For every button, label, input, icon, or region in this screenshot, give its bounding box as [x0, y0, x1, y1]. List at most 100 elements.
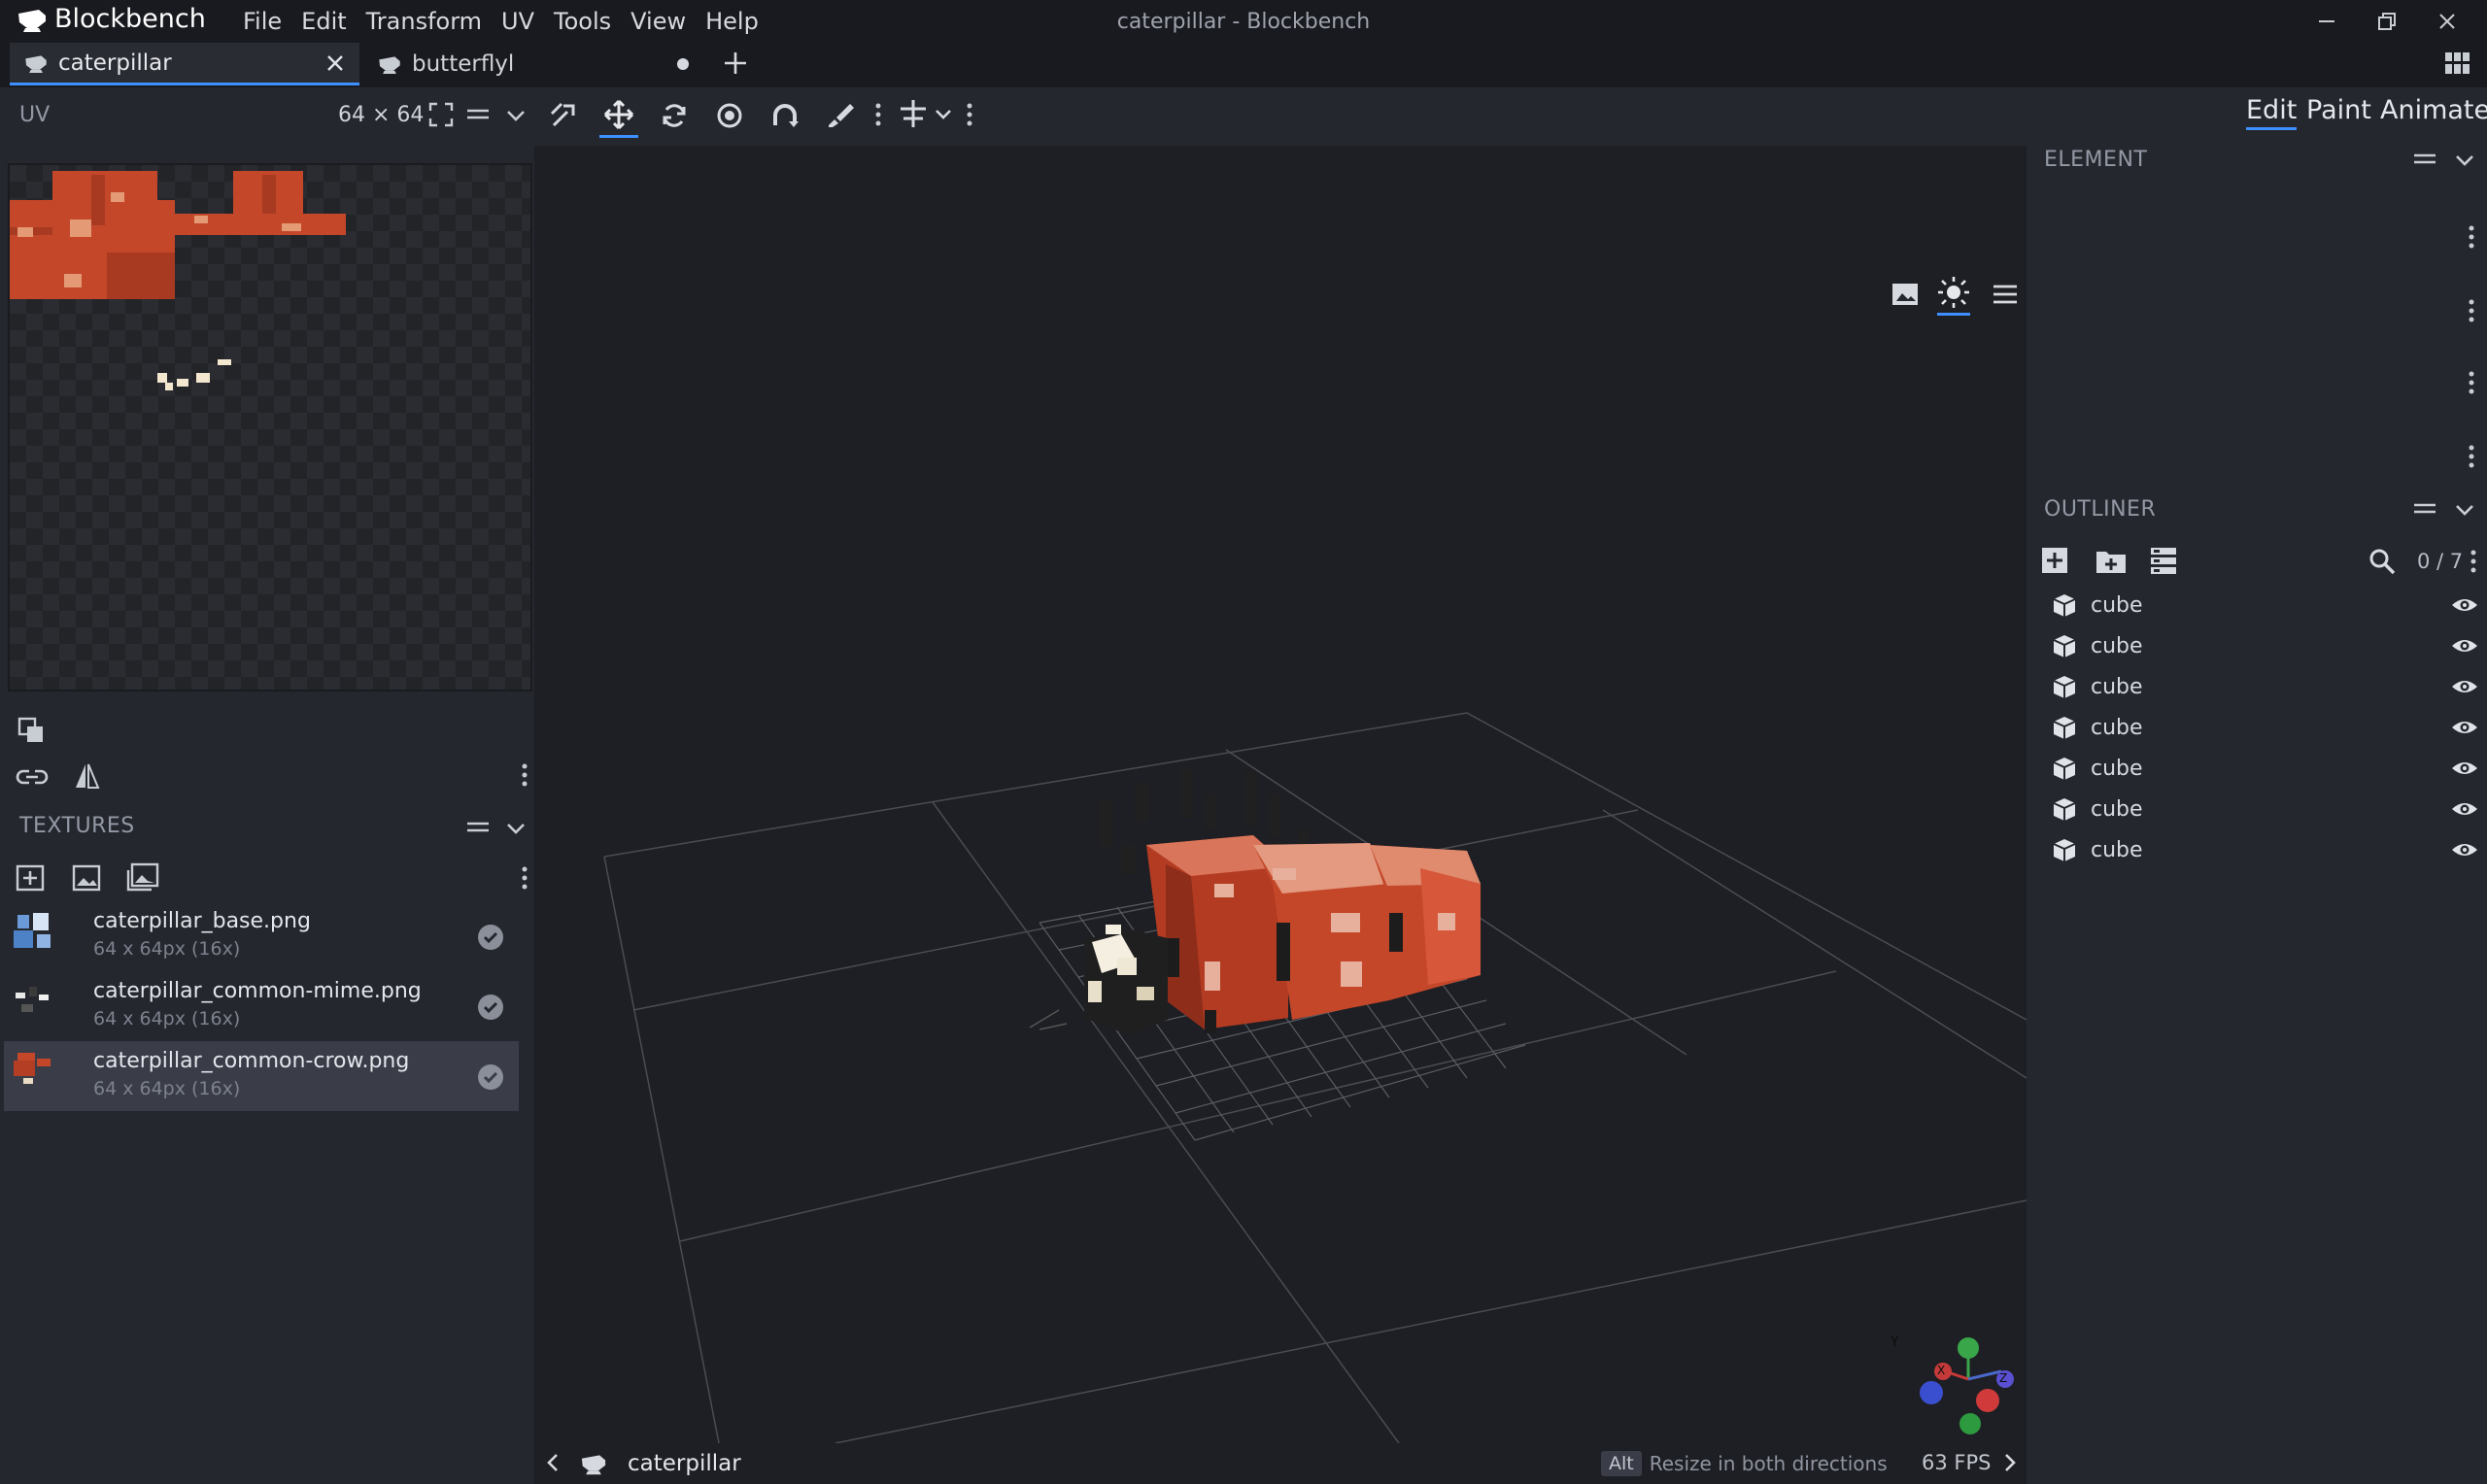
transform-space-button[interactable] [898, 97, 956, 130]
paint-tool[interactable] [821, 93, 860, 138]
uv-editor-canvas[interactable] [8, 163, 532, 691]
menu-help[interactable]: Help [696, 8, 768, 35]
create-texture-button[interactable] [72, 862, 103, 892]
toolbar-more-button[interactable] [874, 101, 882, 128]
uv-fullscreen-button[interactable] [427, 101, 455, 128]
outliner-item-cube[interactable]: cube [2052, 585, 2479, 625]
grid-layout-icon [2445, 52, 2470, 74]
texture-folder-button[interactable] [126, 862, 159, 892]
menu-view[interactable]: View [621, 8, 696, 35]
element-more-button-4[interactable] [2468, 443, 2475, 470]
axis-cross-icon [901, 100, 951, 127]
uv-panel-collapse-button[interactable] [503, 103, 528, 128]
texture-item-common-mime[interactable]: caterpillar_common-mime.png 64 x 64px (1… [4, 971, 519, 1041]
outliner-item-cube[interactable]: cube [2052, 707, 2479, 748]
eye-icon[interactable] [2450, 718, 2479, 737]
eye-icon[interactable] [2450, 677, 2479, 696]
element-more-button-2[interactable] [2468, 297, 2475, 324]
close-window-button[interactable] [2417, 4, 2477, 39]
status-model-icon [579, 1451, 608, 1476]
outliner-panel-title: OUTLINER [2044, 497, 2157, 522]
model-icon [25, 54, 47, 73]
3d-viewport[interactable]: Y Z X [534, 146, 2027, 1443]
outliner-item-cube[interactable]: cube [2052, 789, 2479, 829]
collapse-groups-button[interactable] [2149, 546, 2178, 575]
vertical-dots-icon [2469, 299, 2474, 322]
drag-handle-icon [467, 109, 489, 119]
new-tab-button[interactable] [721, 49, 750, 78]
status-prev-button[interactable] [544, 1451, 562, 1474]
close-tab-icon[interactable] [324, 52, 346, 74]
vertical-dots-icon [2469, 371, 2474, 394]
viewport-menu-button[interactable] [1992, 282, 2019, 307]
check-circle-icon[interactable] [476, 1062, 505, 1092]
chevron-right-icon [2005, 1454, 2016, 1471]
import-texture-button[interactable] [16, 862, 47, 892]
uv-link-button[interactable] [16, 761, 49, 791]
unsaved-dot-icon[interactable] [676, 57, 690, 71]
eye-icon[interactable] [2450, 636, 2479, 656]
scene-render [603, 712, 2027, 1443]
pivot-tool[interactable] [710, 93, 749, 138]
viewport-screenshot-button[interactable] [1891, 280, 1920, 309]
outliner-item-cube[interactable]: cube [2052, 666, 2479, 707]
move-tool[interactable] [599, 93, 638, 138]
vertex-snap-icon [550, 102, 575, 127]
vertex-snap-tool[interactable] [544, 93, 583, 138]
layout-button[interactable] [2444, 51, 2470, 76]
status-next-button[interactable] [2001, 1451, 2019, 1474]
outliner-more-button[interactable] [2470, 548, 2477, 575]
outliner-panel-menu-button[interactable] [2411, 495, 2438, 523]
textures-panel-collapse-button[interactable] [503, 816, 528, 841]
minimize-icon [2319, 20, 2334, 22]
uv-panel-menu-button[interactable] [464, 101, 492, 128]
viewport-lighting-button[interactable] [1937, 276, 1970, 316]
mode-animate[interactable]: Animate [2380, 95, 2487, 125]
element-more-button-1[interactable] [2468, 223, 2475, 251]
uv-mirror-button[interactable] [72, 761, 101, 791]
element-panel-menu-button[interactable] [2411, 146, 2438, 173]
restore-button[interactable] [2357, 4, 2417, 39]
textures-more-button[interactable] [521, 864, 528, 892]
menu-transform[interactable]: Transform [357, 8, 492, 35]
uv-copy-button[interactable] [17, 717, 47, 746]
add-group-button[interactable] [2095, 546, 2128, 575]
outliner-item-label: cube [2091, 592, 2143, 618]
outliner-search-button[interactable] [2368, 548, 2396, 575]
menu-file[interactable]: File [233, 8, 291, 35]
eye-icon[interactable] [2450, 759, 2479, 778]
textures-panel-menu-button[interactable] [464, 814, 492, 841]
outliner-item-cube[interactable]: cube [2052, 829, 2479, 870]
minimize-button[interactable] [2297, 4, 2357, 39]
check-circle-icon[interactable] [476, 923, 505, 952]
model-icon [581, 1455, 606, 1475]
mode-paint[interactable]: Paint [2306, 95, 2371, 125]
move-icon [603, 99, 634, 129]
outliner-item-cube[interactable]: cube [2052, 625, 2479, 666]
menu-edit[interactable]: Edit [291, 8, 356, 35]
menu-tools[interactable]: Tools [544, 8, 621, 35]
drag-handle-icon [2414, 153, 2436, 164]
eye-icon[interactable] [2450, 799, 2479, 819]
uv-tools-more-button[interactable] [521, 761, 528, 789]
element-panel-collapse-button[interactable] [2452, 148, 2477, 173]
tab-butterflyl[interactable]: butterflyl [363, 43, 703, 85]
uv-size-label[interactable]: 64 × 64 [338, 103, 424, 127]
bend-tool[interactable] [766, 93, 804, 138]
add-cube-button[interactable] [2040, 546, 2069, 575]
element-more-button-3[interactable] [2468, 369, 2475, 396]
mode-edit[interactable]: Edit [2246, 95, 2298, 130]
check-circle-icon[interactable] [476, 993, 505, 1022]
eye-icon[interactable] [2450, 840, 2479, 860]
model-icon [379, 56, 400, 74]
toolbar-more-button-2[interactable] [966, 101, 973, 128]
texture-item-common-crow[interactable]: caterpillar_common-crow.png 64 x 64px (1… [4, 1041, 519, 1111]
menu-uv[interactable]: UV [492, 8, 544, 35]
tab-caterpillar[interactable]: caterpillar [10, 43, 359, 85]
outliner-item-label: cube [2091, 715, 2143, 740]
eye-icon[interactable] [2450, 595, 2479, 615]
outliner-item-cube[interactable]: cube [2052, 748, 2479, 789]
texture-item-base[interactable]: caterpillar_base.png 64 x 64px (16x) [4, 901, 519, 971]
rotate-tool[interactable] [655, 93, 694, 138]
outliner-panel-collapse-button[interactable] [2452, 497, 2477, 523]
